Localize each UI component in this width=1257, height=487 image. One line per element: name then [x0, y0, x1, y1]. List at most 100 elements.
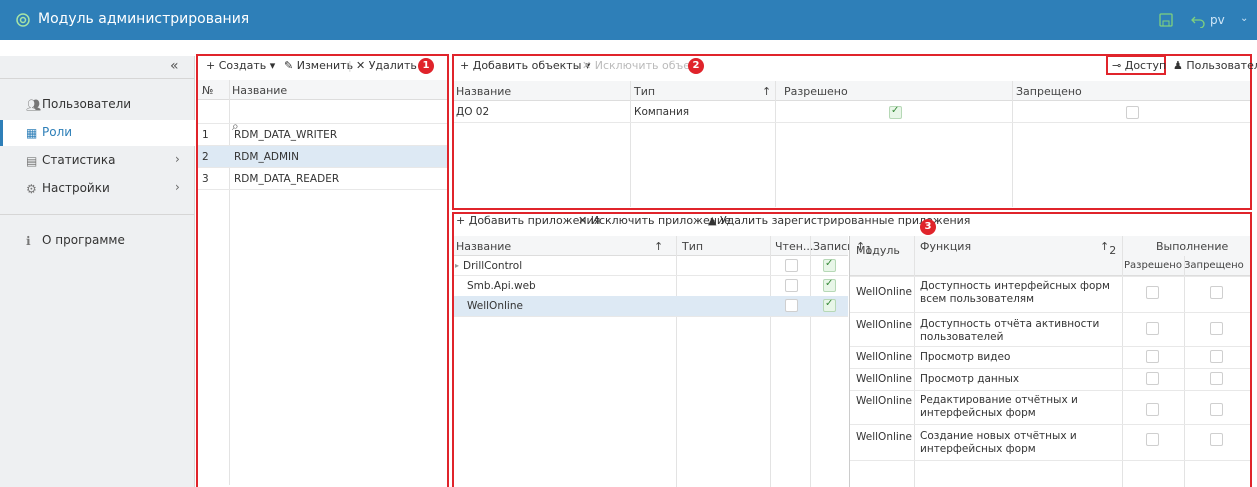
col-header-number: № [202, 84, 214, 97]
row-line [850, 276, 1250, 277]
read-checkbox[interactable] [785, 279, 798, 292]
sidebar-item-about[interactable]: ℹ О программе [0, 228, 195, 254]
sidebar: « 👥︎ Пользователи ▦ Роли ▤ Статистика › … [0, 56, 195, 487]
sort-icon[interactable]: ↑ 2 [1100, 240, 1116, 257]
denied-checkbox[interactable] [1210, 372, 1223, 385]
module-name: WellOnline [856, 319, 912, 331]
module-name: WellOnline [856, 286, 912, 298]
module-name: WellOnline [856, 351, 912, 363]
denied-checkbox[interactable] [1210, 403, 1223, 416]
role-name: RDM_DATA_READER [234, 173, 340, 185]
allowed-checkbox[interactable] [1146, 372, 1159, 385]
allowed-checkbox[interactable] [1146, 350, 1159, 363]
write-checkbox[interactable] [823, 278, 836, 292]
col-header-allowed: Разрешено [784, 85, 848, 98]
module-name: WellOnline [856, 373, 912, 385]
panel-badge-3: 3 [920, 219, 936, 235]
row-number: 2 [202, 151, 209, 163]
col-header-type: Тип [682, 240, 704, 253]
denied-checkbox[interactable] [1210, 350, 1223, 363]
collapse-sidebar-icon[interactable]: « [170, 58, 179, 74]
col-divider [1184, 256, 1185, 487]
col-divider [630, 81, 631, 207]
functions-table-header: Модуль ↑ 1 Функция ↑ 2 Выполнение Разрешен… [850, 236, 1250, 276]
row-line [454, 316, 848, 317]
create-button[interactable]: + Создать ▾ [206, 59, 275, 72]
col-header-denied: Запрещено [1184, 260, 1244, 271]
denied-checkbox[interactable] [1210, 433, 1223, 446]
row-line [850, 346, 1250, 347]
user-menu[interactable]: pv [1210, 13, 1225, 27]
row-line [850, 390, 1250, 391]
info-icon: ℹ [26, 234, 31, 248]
gear-icon: ⚙ [26, 182, 37, 196]
denied-checkbox[interactable] [1126, 106, 1139, 119]
app-name: DrillControl [463, 260, 523, 272]
col-header-name: Название [456, 85, 512, 98]
roles-table-header: № Название [198, 80, 447, 100]
col-divider [229, 80, 230, 485]
edit-button[interactable]: ✎ Изменить [284, 59, 353, 72]
col-divider [914, 236, 915, 487]
function-name: Доступность интерфейсных форм всем польз… [920, 280, 1110, 305]
objects-panel [452, 54, 1252, 210]
row-line [198, 189, 447, 190]
read-checkbox[interactable] [785, 299, 798, 312]
read-checkbox[interactable] [785, 259, 798, 272]
chart-icon: ▤ [26, 154, 38, 168]
sidebar-item-roles[interactable]: ▦ Роли [0, 120, 195, 146]
denied-checkbox[interactable] [1210, 322, 1223, 335]
apps-table-header: Название ↑ Тип Чтен... Запись [454, 236, 854, 256]
chevron-down-icon[interactable]: ⌄ [1240, 13, 1248, 24]
access-tab[interactable]: ⊸ Доступ [1112, 59, 1166, 72]
col-header-read: Чтен... [775, 240, 814, 253]
sort-icon[interactable]: ↑ [654, 240, 663, 253]
module-name: WellOnline [856, 395, 912, 407]
add-objects-button[interactable]: + Добавить объекты ▾ [460, 59, 590, 72]
col-header-function: Функция [920, 240, 972, 253]
delete-button[interactable]: ✕ Удалить [356, 59, 417, 72]
app-header: Модуль администрирования pv ⌄ [0, 0, 1257, 40]
panel-badge-2: 2 [688, 58, 704, 74]
save-icon[interactable] [1158, 12, 1174, 28]
app-name: WellOnline [467, 300, 523, 312]
write-checkbox[interactable] [823, 258, 836, 272]
allowed-checkbox[interactable] [889, 105, 902, 119]
col-header-name: Название [232, 84, 288, 97]
panel-badge-1: 1 [418, 58, 434, 74]
module-name: WellOnline [856, 431, 912, 443]
function-name: Просмотр данных [920, 373, 1020, 385]
gear-icon [16, 13, 30, 27]
sidebar-item-statistics[interactable]: ▤ Статистика › [0, 148, 195, 174]
row-line [454, 122, 1250, 123]
allowed-checkbox[interactable] [1146, 403, 1159, 416]
sort-icon[interactable]: ↑ [762, 85, 771, 98]
col-divider [775, 81, 776, 207]
undo-icon[interactable] [1190, 12, 1206, 28]
function-name: Редактирование отчётных и интерфейсных ф… [920, 394, 1078, 419]
col-header-write: Запись [813, 240, 854, 253]
write-checkbox[interactable] [823, 298, 836, 312]
col-header-denied: Запрещено [1016, 85, 1082, 98]
row-number: 1 [202, 129, 209, 141]
denied-checkbox[interactable] [1210, 286, 1223, 299]
role-name: RDM_DATA_WRITER [234, 129, 338, 141]
col-header-execution: Выполнение [1156, 240, 1229, 253]
col-header-allowed: Разрешено [1124, 260, 1182, 271]
expand-icon[interactable]: ▸ [455, 261, 459, 270]
users-tab[interactable]: ♟ Пользователи [1173, 59, 1257, 72]
remove-object-button[interactable]: ✕ Исключить объект [582, 59, 703, 72]
allowed-checkbox[interactable] [1146, 286, 1159, 299]
sidebar-item-settings[interactable]: ⚙ Настройки › [0, 176, 195, 202]
divider [0, 78, 195, 79]
allowed-checkbox[interactable] [1146, 322, 1159, 335]
function-name: Просмотр видео [920, 351, 1011, 363]
row-line [198, 167, 447, 168]
sidebar-item-users[interactable]: 👥︎ Пользователи [0, 92, 195, 118]
row-number: 3 [202, 173, 209, 185]
col-header-name: Название [456, 240, 512, 253]
col-divider [770, 236, 771, 487]
col-divider [1012, 81, 1013, 207]
function-name: Создание новых отчётных и интерфейсных ф… [920, 430, 1077, 455]
allowed-checkbox[interactable] [1146, 433, 1159, 446]
